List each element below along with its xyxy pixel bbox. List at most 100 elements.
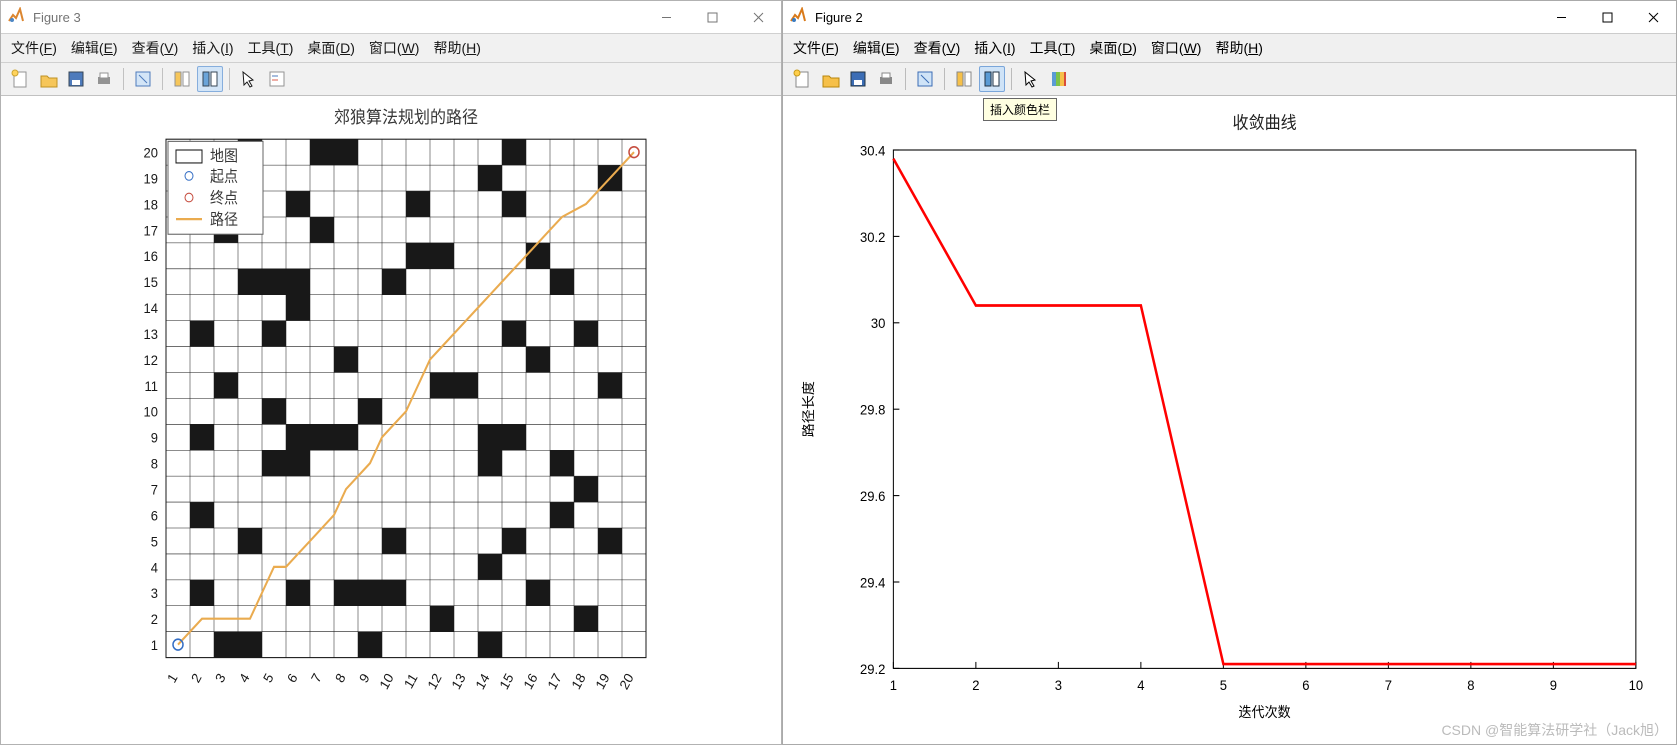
maximize-button[interactable] <box>689 1 735 33</box>
svg-text:3: 3 <box>151 586 158 602</box>
svg-text:6: 6 <box>1302 678 1309 694</box>
svg-text:13: 13 <box>449 671 469 692</box>
link-icon[interactable] <box>912 66 938 92</box>
svg-text:2: 2 <box>151 612 158 628</box>
open-icon[interactable] <box>817 66 843 92</box>
save-icon[interactable] <box>63 66 89 92</box>
x-axis-label: 迭代次数 <box>1239 705 1292 721</box>
svg-text:20: 20 <box>144 145 158 161</box>
svg-text:6: 6 <box>151 508 158 524</box>
svg-text:9: 9 <box>151 430 158 446</box>
close-button[interactable] <box>735 1 781 33</box>
svg-text:17: 17 <box>144 223 158 239</box>
svg-text:1: 1 <box>151 638 158 654</box>
figure-window-3: Figure 3 文件(F) 编辑(E) 查看(V) 插入(I) 工具(T) 桌面(D) 窗… <box>0 0 782 745</box>
dock-icon[interactable] <box>951 66 977 92</box>
svg-text:16: 16 <box>521 671 541 692</box>
tile-icon[interactable] <box>979 66 1005 92</box>
svg-text:路径: 路径 <box>210 211 238 229</box>
menu-item-2[interactable]: 查看(V) <box>914 38 961 58</box>
svg-text:8: 8 <box>1467 678 1474 694</box>
dock-icon[interactable] <box>169 66 195 92</box>
insert-legend-icon[interactable] <box>264 66 290 92</box>
svg-text:11: 11 <box>145 378 158 394</box>
new-figure-icon[interactable] <box>789 66 815 92</box>
window-title: Figure 2 <box>813 10 1538 25</box>
plot-area-line[interactable]: 插入颜色栏 收敛曲线1234567891029.229.429.629.8303… <box>783 96 1676 744</box>
svg-text:29.6: 29.6 <box>860 489 885 505</box>
svg-text:4: 4 <box>151 560 159 576</box>
menu-item-2[interactable]: 查看(V) <box>132 38 179 58</box>
figure-window-2: Figure 2 文件(F) 编辑(E) 查看(V) 插入(I) 工具(T) 桌面(D) 窗… <box>782 0 1677 745</box>
svg-text:12: 12 <box>144 352 158 368</box>
menubar: 文件(F) 编辑(E) 查看(V) 插入(I) 工具(T) 桌面(D) 窗口(W) 帮助(H) <box>783 34 1676 63</box>
svg-text:15: 15 <box>144 275 158 291</box>
svg-text:15: 15 <box>497 671 517 692</box>
menu-item-5[interactable]: 桌面(D) <box>1089 38 1136 58</box>
open-icon[interactable] <box>35 66 61 92</box>
svg-text:1: 1 <box>164 671 180 686</box>
titlebar[interactable]: Figure 3 <box>1 1 781 34</box>
matlab-icon <box>789 7 807 28</box>
svg-text:10: 10 <box>144 404 158 420</box>
svg-text:1: 1 <box>890 678 897 694</box>
svg-text:7: 7 <box>1385 678 1392 694</box>
svg-text:9: 9 <box>356 671 372 686</box>
svg-text:起点: 起点 <box>210 168 238 186</box>
menu-item-4[interactable]: 工具(T) <box>1030 38 1076 58</box>
menu-item-3[interactable]: 插入(I) <box>192 38 233 58</box>
svg-text:14: 14 <box>473 670 493 692</box>
print-icon[interactable] <box>873 66 899 92</box>
svg-text:29.4: 29.4 <box>860 575 886 591</box>
pointer-icon[interactable] <box>236 66 262 92</box>
svg-text:14: 14 <box>144 301 159 317</box>
menu-item-5[interactable]: 桌面(D) <box>307 38 354 58</box>
chart-title: 收敛曲线 <box>1233 113 1297 133</box>
menu-item-1[interactable]: 编辑(E) <box>853 38 900 58</box>
insert-colorbar-icon[interactable] <box>1046 66 1072 92</box>
svg-text:2: 2 <box>188 671 204 686</box>
save-icon[interactable] <box>845 66 871 92</box>
menu-item-6[interactable]: 窗口(W) <box>369 38 420 58</box>
menu-item-6[interactable]: 窗口(W) <box>1151 38 1202 58</box>
y-axis-label: 路径长度 <box>802 381 816 438</box>
tile-icon[interactable] <box>197 66 223 92</box>
close-button[interactable] <box>1630 1 1676 33</box>
svg-text:5: 5 <box>260 671 276 686</box>
maximize-button[interactable] <box>1584 1 1630 33</box>
svg-text:13: 13 <box>144 327 158 343</box>
menu-item-4[interactable]: 工具(T) <box>248 38 294 58</box>
svg-text:7: 7 <box>151 482 158 498</box>
plot-area-grid[interactable]: 郊狼算法规划的路径1234567891011121314151617181920… <box>1 96 781 744</box>
svg-text:5: 5 <box>1220 678 1227 694</box>
menu-item-1[interactable]: 编辑(E) <box>71 38 118 58</box>
svg-text:地图: 地图 <box>210 147 238 165</box>
svg-text:9: 9 <box>1550 678 1557 694</box>
pointer-icon[interactable] <box>1018 66 1044 92</box>
toolbar <box>783 63 1676 96</box>
link-icon[interactable] <box>130 66 156 92</box>
print-icon[interactable] <box>91 66 117 92</box>
legend: 地图 起点 终点 路径 <box>168 141 263 234</box>
minimize-button[interactable] <box>643 1 689 33</box>
svg-text:终点: 终点 <box>210 189 238 207</box>
toolbar <box>1 63 781 96</box>
menubar: 文件(F) 编辑(E) 查看(V) 插入(I) 工具(T) 桌面(D) 窗口(W) 帮助(H) <box>1 34 781 63</box>
menu-item-0[interactable]: 文件(F) <box>11 38 57 58</box>
svg-text:2: 2 <box>972 678 979 694</box>
new-figure-icon[interactable] <box>7 66 33 92</box>
menu-item-7[interactable]: 帮助(H) <box>1215 38 1262 58</box>
svg-text:16: 16 <box>144 249 158 265</box>
svg-text:18: 18 <box>144 197 158 213</box>
menu-item-0[interactable]: 文件(F) <box>793 38 839 58</box>
minimize-button[interactable] <box>1538 1 1584 33</box>
svg-text:8: 8 <box>151 456 158 472</box>
svg-text:20: 20 <box>617 671 637 692</box>
svg-text:4: 4 <box>1137 678 1145 694</box>
menu-item-7[interactable]: 帮助(H) <box>433 38 480 58</box>
window-title: Figure 3 <box>31 10 643 25</box>
menu-item-3[interactable]: 插入(I) <box>974 38 1015 58</box>
titlebar[interactable]: Figure 2 <box>783 1 1676 34</box>
tooltip-colorbar: 插入颜色栏 <box>983 98 1057 121</box>
watermark: CSDN @智能算法研学社（Jack旭） <box>1441 720 1668 740</box>
